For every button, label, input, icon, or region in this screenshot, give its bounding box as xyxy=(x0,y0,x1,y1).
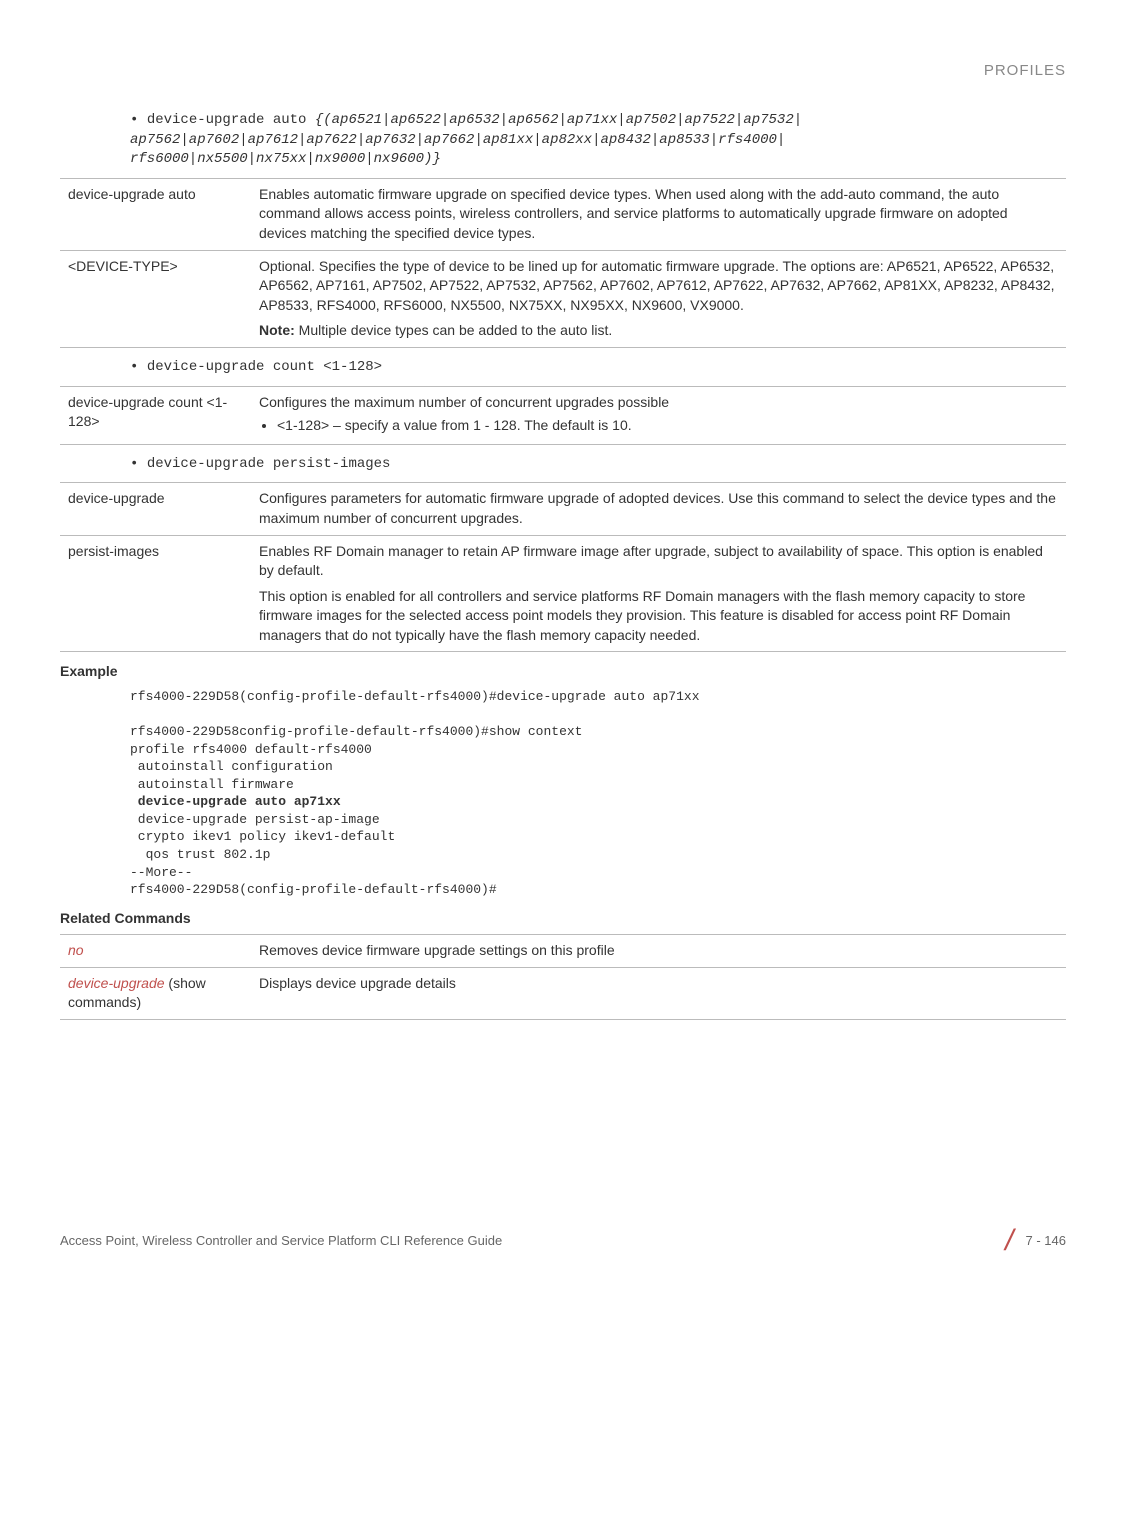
page-number: 7 - 146 xyxy=(1026,1232,1066,1250)
param-name: device-upgrade count <1-128> xyxy=(60,386,251,444)
note-label: Note: xyxy=(259,322,295,338)
param-desc-text-1: Enables RF Domain manager to retain AP f… xyxy=(259,543,1043,579)
command-syntax-2: • device-upgrade count <1-128> xyxy=(130,358,1066,378)
table-row: device-upgrade auto Enables automatic fi… xyxy=(60,178,1066,250)
related-desc: Removes device firmware upgrade settings… xyxy=(251,935,1066,968)
table-row: persist-images Enables RF Domain manager… xyxy=(60,535,1066,652)
page-category: PROFILES xyxy=(60,60,1066,81)
param-name: device-upgrade xyxy=(60,483,251,535)
table-row: <DEVICE-TYPE> Optional. Specifies the ty… xyxy=(60,250,1066,347)
no-link[interactable]: no xyxy=(68,942,84,958)
related-desc: Displays device upgrade details xyxy=(251,967,1066,1019)
param-name: device-upgrade auto xyxy=(60,178,251,250)
device-upgrade-link[interactable]: device-upgrade xyxy=(68,975,165,991)
param-desc: Enables automatic firmware upgrade on sp… xyxy=(251,178,1066,250)
param-desc: Optional. Specifies the type of device t… xyxy=(251,250,1066,347)
table-row: device-upgrade Configures parameters for… xyxy=(60,483,1066,535)
footer-slash-icon: / xyxy=(1005,1220,1013,1262)
table-row: no Removes device firmware upgrade setti… xyxy=(60,935,1066,968)
param-name: persist-images xyxy=(60,535,251,652)
param-table-2: device-upgrade count <1-128> Configures … xyxy=(60,386,1066,445)
related-param: no xyxy=(60,935,251,968)
command-syntax-3: • device-upgrade persist-images xyxy=(130,455,1066,475)
related-param: device-upgrade (show commands) xyxy=(60,967,251,1019)
param-name: <DEVICE-TYPE> xyxy=(60,250,251,347)
related-heading: Related Commands xyxy=(60,909,1066,929)
command-syntax-1: • device-upgrade auto {(ap6521|ap6522|ap… xyxy=(130,111,1066,170)
param-bullet: <1-128> – specify a value from 1 - 128. … xyxy=(277,416,1058,436)
param-desc-text: Optional. Specifies the type of device t… xyxy=(259,258,1055,313)
param-table-1: device-upgrade auto Enables automatic fi… xyxy=(60,178,1066,348)
example-block: rfs4000-229D58(config-profile-default-rf… xyxy=(130,688,1066,899)
table-row: device-upgrade count <1-128> Configures … xyxy=(60,386,1066,444)
param-desc-text: Configures the maximum number of concurr… xyxy=(259,394,669,410)
param-desc: Configures the maximum number of concurr… xyxy=(251,386,1066,444)
table-row: device-upgrade (show commands) Displays … xyxy=(60,967,1066,1019)
note-text: Multiple device types can be added to th… xyxy=(295,322,613,338)
param-desc: Configures parameters for automatic firm… xyxy=(251,483,1066,535)
param-desc-text-2: This option is enabled for all controlle… xyxy=(259,587,1058,646)
example-heading: Example xyxy=(60,662,1066,682)
param-desc: Enables RF Domain manager to retain AP f… xyxy=(251,535,1066,652)
param-table-3: device-upgrade Configures parameters for… xyxy=(60,482,1066,652)
footer-left: Access Point, Wireless Controller and Se… xyxy=(60,1232,502,1250)
page-footer: Access Point, Wireless Controller and Se… xyxy=(60,1220,1066,1262)
related-table: no Removes device firmware upgrade setti… xyxy=(60,934,1066,1020)
